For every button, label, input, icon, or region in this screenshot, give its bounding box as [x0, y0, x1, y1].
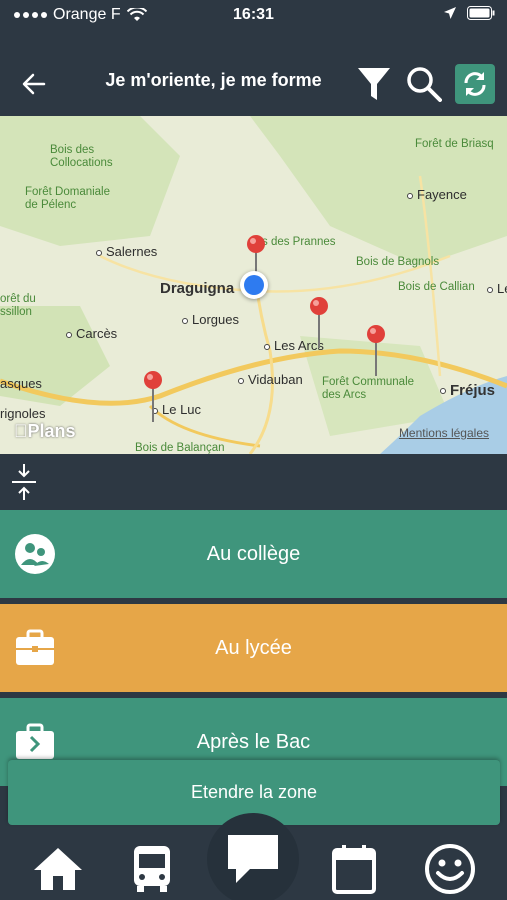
page-title: Je m'oriente, je me forme	[105, 70, 322, 90]
map-label: Bois de Callian	[398, 281, 475, 293]
refresh-button[interactable]	[455, 64, 495, 104]
map-label: Draguigna	[160, 280, 235, 297]
map-label: Bois de Balançan	[135, 442, 225, 454]
map-label: s des Prannes	[262, 236, 336, 248]
chat-button[interactable]	[207, 813, 299, 900]
tab-profile[interactable]	[420, 841, 480, 897]
apple-icon: 	[14, 421, 28, 441]
search-icon	[407, 67, 442, 102]
funnel-icon	[358, 68, 390, 100]
arrow-left-icon	[22, 73, 46, 95]
map-label: orêt du ssillon	[0, 293, 36, 318]
tab-calendar[interactable]	[324, 841, 384, 897]
map-label: rignoles	[0, 406, 46, 421]
map-label: Fayence	[407, 187, 467, 202]
map-label: Bois de Bagnols	[356, 256, 440, 268]
college-button[interactable]: Au collège	[0, 510, 507, 598]
calendar-icon	[332, 845, 376, 894]
app-header: Je m'oriente, je me forme	[0, 30, 507, 116]
college-label: Au collège	[206, 542, 301, 565]
expand-vertical-icon[interactable]	[10, 462, 38, 502]
apres-bac-label: Après le Bac	[196, 730, 311, 753]
search-button[interactable]	[404, 64, 444, 104]
map-label: Le Mu	[487, 281, 507, 296]
map-label: Salernes	[96, 244, 157, 259]
tab-transport[interactable]	[122, 841, 182, 897]
back-button[interactable]	[14, 64, 54, 104]
bus-icon	[134, 846, 170, 892]
status-bar: Orange F 16:31	[0, 0, 507, 30]
smiley-icon	[425, 844, 475, 894]
home-icon	[34, 848, 82, 890]
map-label: Forêt Communale des Arcs	[322, 376, 415, 401]
map-pin[interactable]	[365, 324, 387, 378]
location-arrow-icon	[444, 7, 456, 19]
lycee-label: Au lycée	[215, 636, 292, 659]
map-label: Carcès	[66, 326, 117, 341]
map-label: Forêt de Briasq	[415, 138, 494, 150]
map-pin[interactable]	[142, 370, 164, 424]
plans-logo: Plans	[14, 421, 76, 441]
current-location-marker	[240, 271, 268, 299]
refresh-icon	[464, 72, 486, 96]
chat-bubble-icon	[228, 835, 278, 883]
filter-button[interactable]	[354, 64, 394, 104]
map-label: Lorgues	[182, 312, 239, 327]
map-pin[interactable]	[308, 296, 330, 350]
map-label: Bois des Collocations	[50, 144, 113, 169]
map-label: Vidauban	[238, 372, 303, 387]
people-circle-icon	[15, 534, 55, 574]
map-label: asques	[0, 376, 42, 391]
briefcase-arrow-icon	[16, 723, 54, 759]
status-time: 16:31	[233, 6, 274, 23]
battery-icon	[467, 6, 495, 20]
tab-home[interactable]	[28, 841, 88, 897]
map-view[interactable]: Bois des Collocations Forêt Domaniale de P…	[0, 116, 507, 454]
briefcase-icon	[16, 629, 54, 665]
map-label: Forêt Domaniale de Pélenc	[25, 186, 111, 211]
lycee-button[interactable]: Au lycée	[0, 604, 507, 692]
legal-link[interactable]: Mentions légales	[399, 426, 489, 440]
map-label: Fréjus	[440, 382, 495, 399]
map-resize-bar	[0, 454, 507, 510]
